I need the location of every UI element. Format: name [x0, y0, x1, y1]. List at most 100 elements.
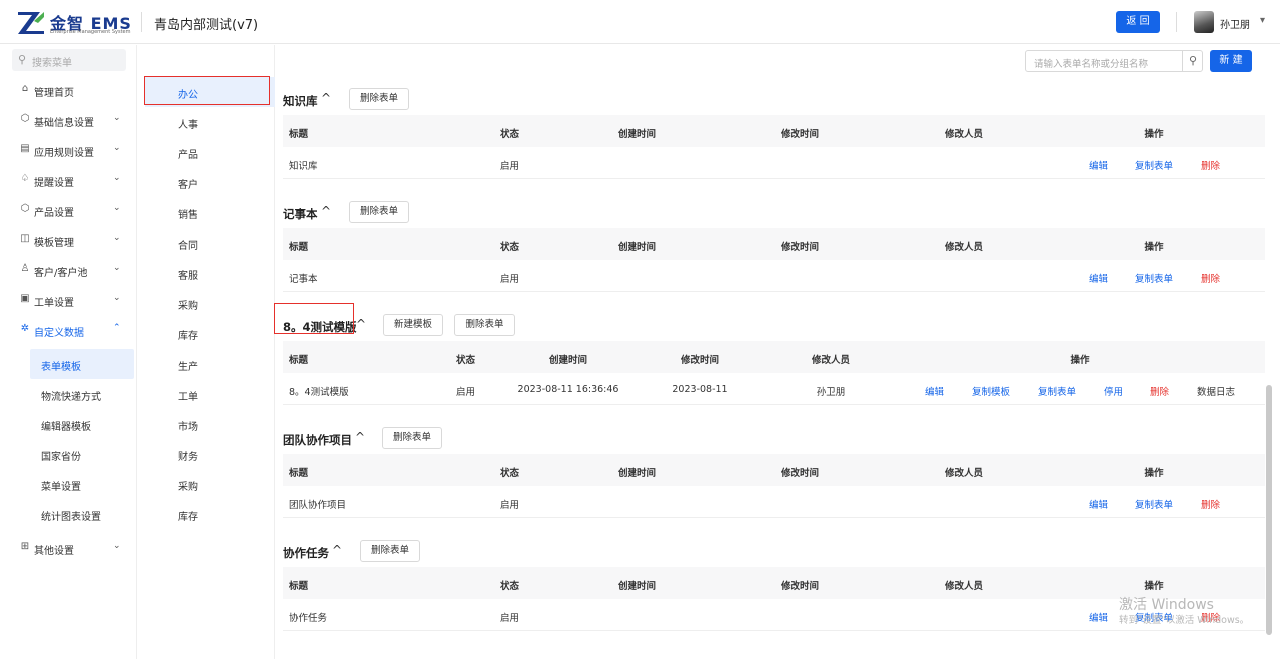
category-item[interactable]: 客服 [137, 258, 275, 288]
category-label: 合同 [178, 241, 198, 252]
column-header: 标题 [289, 355, 309, 366]
column-header: 操作 [1070, 355, 1090, 366]
sidebar-item-products[interactable]: ⬡ 产品设置 ⌄ [0, 195, 137, 225]
menu-search-input[interactable]: ⚲ 搜索菜单 [12, 49, 126, 71]
column-header: 操作 [1144, 242, 1164, 253]
back-button[interactable]: 返 回 [1116, 11, 1160, 33]
sidebar-item-home[interactable]: ⌂ 管理首页 [0, 75, 137, 105]
chevron-up-icon[interactable]: ^ [321, 204, 331, 218]
row-title: 8。4测试模版 [289, 387, 349, 398]
chevron-up-icon[interactable]: ^ [321, 91, 331, 105]
sidebar-item-basic-info[interactable]: ⬡ 基础信息设置 ⌄ [0, 105, 137, 135]
home-icon: ⌂ [21, 83, 29, 94]
category-item[interactable]: 合同 [137, 228, 275, 258]
edit-link[interactable]: 编辑 [1089, 271, 1108, 285]
category-list: 办公 人事 产品 客户 销售 合同 客服 采购 库存 生产 工单 市场 财务 采… [137, 45, 275, 659]
sidebar-subitem-logistics[interactable]: 物流快递方式 [0, 379, 137, 409]
delete-form-button[interactable]: 删除表单 [454, 314, 515, 336]
column-header: 修改人员 [811, 355, 851, 366]
category-item[interactable]: 采购 [137, 288, 275, 318]
delete-link[interactable]: 删除 [1201, 497, 1220, 511]
category-item[interactable]: 产品 [137, 137, 275, 167]
chevron-up-icon[interactable]: ^ [355, 430, 365, 444]
column-header: 标题 [289, 581, 309, 592]
sidebar-subitem-form-templates[interactable]: 表单模板 [30, 349, 134, 379]
chevron-up-icon[interactable]: ^ [332, 543, 342, 557]
delete-link[interactable]: 删除 [1201, 158, 1220, 172]
scrollbar[interactable] [1266, 385, 1272, 635]
sidebar-item-reminders[interactable]: ♤ 提醒设置 ⌄ [0, 165, 137, 195]
app-title: 青岛内部测试(v7) [154, 18, 259, 33]
copy-template-link[interactable]: 复制模板 [972, 384, 1010, 398]
form-group-team-project: 团队协作项目 ^ 删除表单 标题 状态 创建时间 修改时间 修改人员 操作 团队… [283, 427, 1265, 520]
category-item[interactable]: 生产 [137, 349, 275, 379]
delete-form-button[interactable]: 删除表单 [382, 427, 442, 449]
category-item[interactable]: 财务 [137, 439, 275, 469]
row-title: 协作任务 [289, 613, 328, 624]
category-item[interactable]: 人事 [137, 107, 275, 137]
chevron-down-icon: ▾ [1260, 15, 1266, 26]
new-template-button[interactable]: 新建模板 [383, 314, 443, 336]
table-row: 记事本 启用 编辑 复制表单 删除 [283, 260, 1265, 292]
category-item[interactable]: 工单 [137, 379, 275, 409]
brand-logo[interactable]: 金智 EMS Enterprise Management System [16, 9, 136, 37]
column-header: 修改人员 [944, 468, 984, 479]
search-icon[interactable]: ⚲ [1182, 51, 1203, 71]
copy-form-link[interactable]: 复制表单 [1135, 497, 1173, 511]
disable-link[interactable]: 停用 [1104, 384, 1123, 398]
copy-form-link[interactable]: 复制表单 [1135, 158, 1173, 172]
edit-link[interactable]: 编辑 [1089, 497, 1108, 511]
category-item[interactable]: 市场 [137, 409, 275, 439]
sidebar-item-other-settings[interactable]: ⊞ 其他设置 ⌄ [0, 533, 137, 563]
sidebar-item-templates[interactable]: ◫ 模板管理 ⌄ [0, 225, 137, 255]
logo-tagline: Enterprise Management System [50, 29, 131, 35]
category-item[interactable]: 库存 [137, 499, 275, 529]
category-item[interactable]: 销售 [137, 197, 275, 227]
delete-form-button[interactable]: 删除表单 [349, 88, 409, 110]
sidebar-item-tickets[interactable]: ▣ 工单设置 ⌄ [0, 285, 137, 315]
sidebar-subitem-chart-settings[interactable]: 统计图表设置 [0, 499, 137, 529]
sidebar-subitem-regions[interactable]: 国家省份 [0, 439, 137, 469]
app-header: 金智 EMS Enterprise Management System 青岛内部… [0, 0, 1280, 44]
form-group-knowledge: 知识库 ^ 删除表单 标题 状态 创建时间 修改时间 修改人员 操作 知识库 启… [283, 88, 1265, 181]
delete-form-button[interactable]: 删除表单 [349, 201, 409, 223]
copy-form-link[interactable]: 复制表单 [1038, 384, 1076, 398]
form-group-collab-task: 协作任务 ^ 删除表单 标题 状态 创建时间 修改时间 修改人员 操作 协作任务… [283, 540, 1265, 633]
chevron-down-icon: ⌄ [113, 203, 121, 213]
form-search-input[interactable]: 请输入表单名称或分组名称 ⚲ [1025, 50, 1203, 72]
row-modifier: 孙卫朋 [816, 387, 846, 398]
windows-activation-hint: 转到"设置"以激活 Windows。 [1119, 615, 1250, 626]
sidebar-item-customers[interactable]: ♙ 客户/客户池 ⌄ [0, 255, 137, 285]
column-header: 标题 [289, 468, 309, 479]
sidebar-item-label: 提醒设置 [34, 178, 74, 189]
data-log-link[interactable]: 数据日志 [1197, 384, 1235, 398]
category-item[interactable]: 库存 [137, 318, 275, 348]
category-label: 生产 [178, 362, 198, 373]
sidebar-subitem-editor-templates[interactable]: 编辑器模板 [0, 409, 137, 439]
copy-form-link[interactable]: 复制表单 [1135, 271, 1173, 285]
search-icon: ⚲ [18, 53, 27, 66]
group-title: 团队协作项目 [283, 433, 352, 447]
table-row: 8。4测试模版 启用 2023-08-11 16:36:46 2023-08-1… [283, 373, 1265, 405]
sidebar-item-custom-data[interactable]: ✲ 自定义数据 ⌃ [0, 315, 137, 345]
delete-link[interactable]: 删除 [1150, 384, 1169, 398]
edit-link[interactable]: 编辑 [1089, 158, 1108, 172]
sidebar-subitem-menu-settings[interactable]: 菜单设置 [0, 469, 137, 499]
new-button[interactable]: 新 建 [1210, 50, 1252, 72]
category-label: 销售 [178, 210, 198, 221]
edit-link[interactable]: 编辑 [925, 384, 944, 398]
edit-link[interactable]: 编辑 [1089, 610, 1108, 624]
delete-form-button[interactable]: 删除表单 [360, 540, 420, 562]
chevron-down-icon: ⌄ [113, 143, 121, 153]
column-header: 创建时间 [548, 355, 588, 366]
column-header: 状态 [500, 242, 520, 253]
table-row: 协作任务 启用 编辑 复制表单 删除 [283, 599, 1265, 631]
chevron-up-icon[interactable]: ^ [356, 317, 366, 331]
category-item[interactable]: 采购 [137, 469, 275, 499]
delete-link[interactable]: 删除 [1201, 271, 1220, 285]
sidebar-subitem-label: 菜单设置 [41, 482, 81, 493]
category-label: 财务 [178, 452, 198, 463]
category-item[interactable]: 客户 [137, 167, 275, 197]
sidebar-item-app-rules[interactable]: ▤ 应用规则设置 ⌄ [0, 135, 137, 165]
sidebar-item-label: 产品设置 [34, 208, 74, 219]
